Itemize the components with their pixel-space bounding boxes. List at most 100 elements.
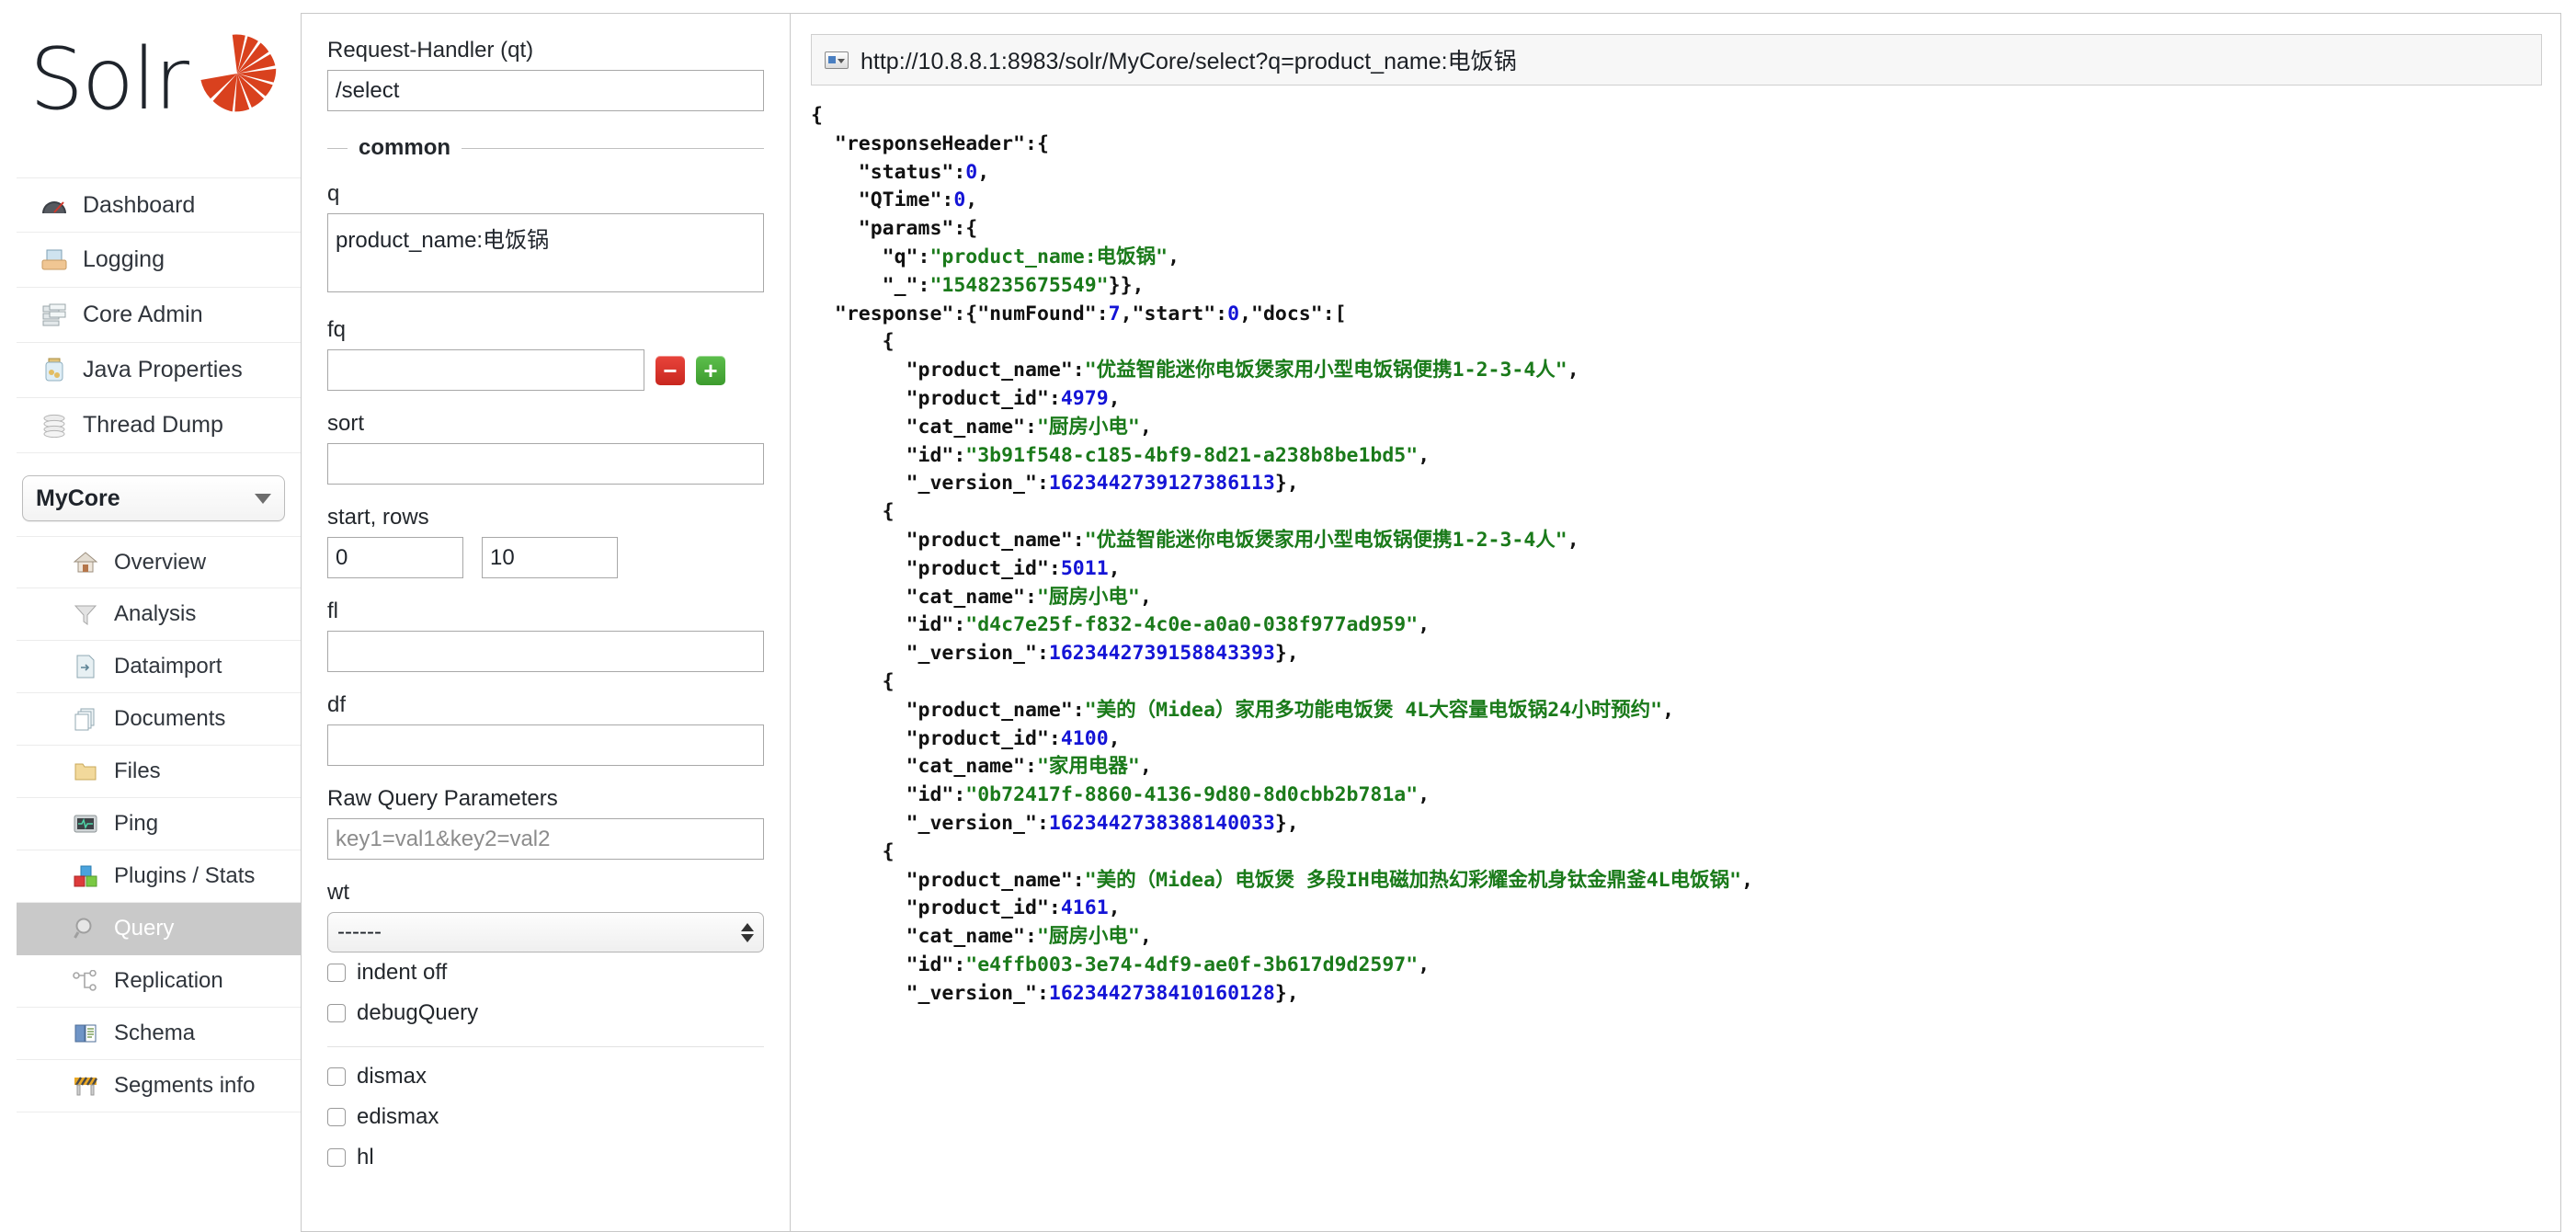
sort-label: sort (327, 411, 365, 436)
checkbox-box (327, 1067, 346, 1086)
replication-nodes-icon (70, 967, 101, 995)
sidebar-item-java-properties[interactable]: Java Properties (17, 343, 301, 398)
sidebar-item-schema[interactable]: Schema (17, 1008, 301, 1060)
result-pane: http://10.8.8.1:8983/solr/MyCore/select?… (791, 14, 2560, 1231)
sidebar-item-label: Java Properties (83, 357, 243, 382)
sidebar-item-plugins-stats[interactable]: Plugins / Stats (17, 850, 301, 903)
sidebar-item-overview[interactable]: Overview (17, 536, 301, 588)
common-legend: common (327, 135, 764, 161)
sidebar-item-label: Dashboard (83, 191, 196, 218)
plus-icon[interactable]: + (696, 355, 725, 385)
sidebar-item-label: Replication (114, 968, 223, 993)
browser-window-icon (825, 51, 849, 69)
sidebar-item-label: Overview (114, 549, 207, 575)
logging-tray-icon (39, 246, 70, 274)
start-rows-row (327, 537, 764, 578)
checkbox-box (327, 1148, 346, 1167)
sidebar-item-thread-dump[interactable]: Thread Dump (17, 398, 301, 453)
result-url-text: http://10.8.8.1:8983/solr/MyCore/select?… (861, 49, 1517, 74)
sidebar-item-label: Plugins / Stats (114, 863, 256, 888)
home-icon (70, 549, 101, 576)
java-properties-jar-icon (39, 357, 70, 384)
wt-label: wt (327, 880, 349, 905)
fq-row: − + (327, 349, 764, 391)
sidebar-item-label: Core Admin (83, 302, 203, 327)
rows-input[interactable] (482, 537, 618, 578)
sidebar-item-label: Logging (83, 246, 165, 272)
spinner-arrows-icon (741, 922, 754, 942)
plugins-blocks-icon (70, 862, 101, 890)
sidebar-item-label: Documents (114, 706, 226, 731)
checkbox-indent-off[interactable]: indent off (327, 953, 764, 993)
checkbox-label: debugQuery (357, 1000, 479, 1025)
divider (327, 1046, 764, 1047)
sidebar-item-logging[interactable]: Logging (17, 233, 301, 288)
sidebar-item-dataimport[interactable]: Dataimport (17, 641, 301, 693)
sidebar-item-dashboard[interactable]: Dashboard (17, 177, 301, 233)
checkbox-label: hl (357, 1145, 374, 1169)
q-label: q (327, 181, 340, 206)
json-response: { "responseHeader":{ "status":0, "QTime"… (811, 104, 1754, 1005)
sidebar-item-query[interactable]: Query (17, 903, 301, 955)
ping-monitor-icon (70, 810, 101, 838)
fq-input[interactable] (327, 349, 644, 391)
chevron-down-icon (255, 493, 271, 504)
checkbox-box (327, 964, 346, 982)
schema-book-icon (70, 1020, 101, 1047)
solr-admin-page: Solr Dashboard Logging Core Admin Java P… (0, 0, 2576, 1232)
checkbox-label: edismax (357, 1104, 439, 1129)
df-label: df (327, 692, 347, 717)
fq-label: fq (327, 317, 347, 342)
global-nav: Dashboard Logging Core Admin Java Proper… (17, 177, 301, 453)
documents-stack-icon (70, 705, 101, 733)
brand-name: Solr (29, 29, 189, 129)
request-handler-label: Request-Handler (qt) (327, 38, 534, 63)
df-input[interactable] (327, 724, 764, 766)
sidebar-item-analysis[interactable]: Analysis (17, 588, 301, 641)
sidebar-item-label: Files (114, 759, 161, 783)
sidebar-item-label: Segments info (114, 1073, 256, 1098)
sidebar-item-segments-info[interactable]: Segments info (17, 1060, 301, 1112)
folder-icon (70, 758, 101, 785)
funnel-icon (70, 600, 101, 628)
legend-dash (327, 147, 348, 149)
query-form: Request-Handler (qt) common q product_na… (302, 14, 791, 1231)
checkbox-box (327, 1108, 346, 1126)
minus-icon[interactable]: − (655, 355, 685, 385)
sidebar-item-label: Thread Dump (83, 412, 223, 438)
checkbox-label: dismax (357, 1064, 427, 1089)
thread-dump-stack-icon (39, 412, 70, 439)
sidebar-item-replication[interactable]: Replication (17, 955, 301, 1008)
legend-line (462, 147, 764, 149)
raw-query-parameters-label: Raw Query Parameters (327, 786, 558, 811)
brand-logo[interactable]: Solr (17, 13, 301, 174)
fl-input[interactable] (327, 631, 764, 672)
request-handler-input[interactable] (327, 70, 764, 111)
dashboard-gauge-icon (39, 191, 70, 219)
start-rows-label: start, rows (327, 505, 429, 530)
sidebar-item-label: Query (114, 916, 175, 941)
magnifier-icon (70, 915, 101, 942)
checkbox-edismax[interactable]: edismax (327, 1097, 764, 1137)
common-legend-label: common (359, 135, 451, 160)
sidebar-item-core-admin[interactable]: Core Admin (17, 288, 301, 343)
checkbox-debugquery[interactable]: debugQuery (327, 993, 764, 1033)
wt-select[interactable]: ------ (327, 912, 764, 953)
checkbox-hl[interactable]: hl (327, 1137, 764, 1178)
segments-barrier-icon (70, 1072, 101, 1100)
core-selector[interactable]: MyCore (22, 475, 285, 521)
q-input[interactable]: product_name:电饭锅 (327, 213, 764, 292)
fl-label: fl (327, 599, 338, 623)
sidebar-item-documents[interactable]: Documents (17, 693, 301, 746)
sidebar-item-label: Dataimport (114, 654, 222, 679)
sidebar-item-ping[interactable]: Ping (17, 798, 301, 850)
sidebar-item-label: Analysis (114, 601, 197, 626)
core-selector-value: MyCore (36, 485, 120, 511)
raw-query-parameters-input[interactable] (327, 818, 764, 860)
query-panel: Request-Handler (qt) common q product_na… (301, 13, 2561, 1232)
result-url-bar[interactable]: http://10.8.8.1:8983/solr/MyCore/select?… (811, 34, 2542, 86)
start-input[interactable] (327, 537, 463, 578)
sort-input[interactable] (327, 443, 764, 485)
sidebar-item-files[interactable]: Files (17, 746, 301, 798)
checkbox-dismax[interactable]: dismax (327, 1056, 764, 1097)
